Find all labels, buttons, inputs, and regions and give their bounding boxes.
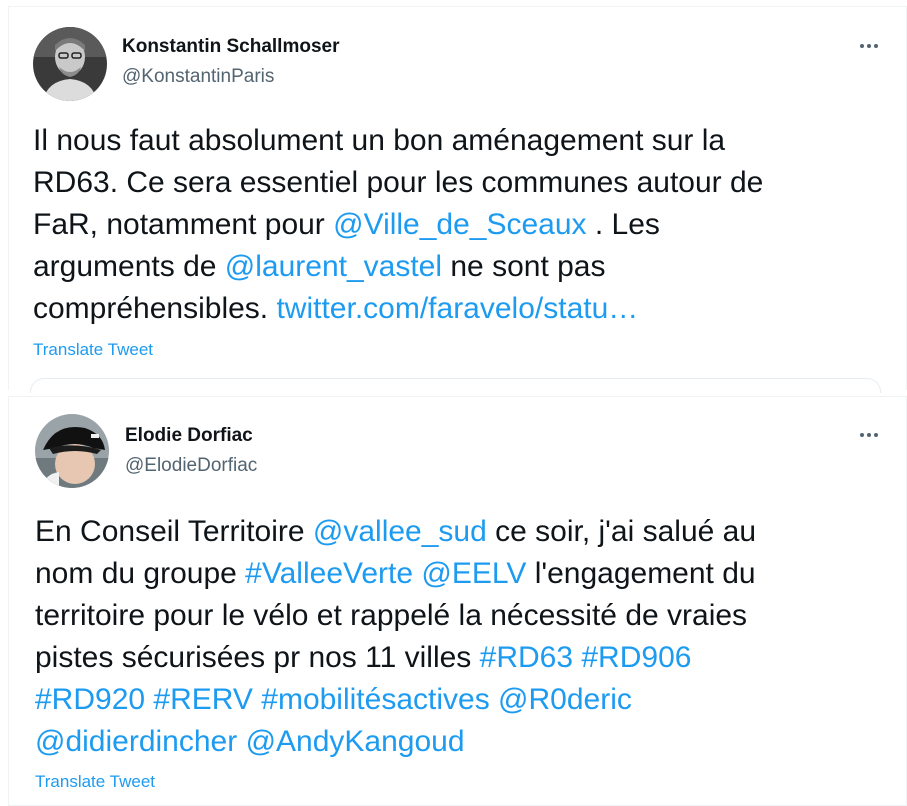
text-segment: arguments de [33,250,225,283]
hashtag-link[interactable]: #RD920 [35,683,145,716]
mention-link[interactable]: @vallee_sud [313,515,487,548]
hashtag-link[interactable]: #ValleeVerte [245,557,413,590]
tweet-text-line: @didierdincher @AndyKangoud [35,721,756,763]
mention-link[interactable]: @laurent_vastel [225,250,442,283]
author-name[interactable]: Elodie Dorfiac [125,425,253,447]
tweet-text: Il nous faut absolument un bon aménageme… [33,120,763,330]
text-segment: ne sont pas [442,250,606,283]
author-handle[interactable]: @KonstantinParis [122,66,274,88]
author-name[interactable]: Konstantin Schallmoser [122,36,340,58]
tweet-text-line: #RD920 #RERV #mobilitésactives @R0deric [35,679,756,721]
quoted-tweet-edge [30,378,881,393]
mention-link[interactable]: @didierdincher [35,725,237,758]
tweet-text-line: FaR, notamment pour @Ville_de_Sceaux . L… [33,204,763,246]
more-horizontal-icon[interactable] [852,35,886,57]
avatar[interactable] [33,27,107,101]
text-segment [490,683,498,716]
mention-link[interactable]: @Ville_de_Sceaux [333,208,586,241]
text-segment: En Conseil Territoire [35,515,313,548]
tweet-text-line: En Conseil Territoire @vallee_sud ce soi… [35,511,756,553]
tweet-text-line: compréhensibles. twitter.com/faravelo/st… [33,288,763,330]
text-segment: nom du groupe [35,557,246,590]
text-segment: territoire pour le vélo et rappelé la né… [35,599,748,632]
text-segment: compréhensibles. [33,292,277,325]
hashtag-link[interactable]: #RD906 [581,641,691,674]
hashtag-link[interactable]: #mobilitésactives [261,683,489,716]
text-segment: pistes sécurisées pr nos 11 villes [35,641,480,674]
tweet-text-line: arguments de @laurent_vastel ne sont pas [33,246,763,288]
text-segment: RD63. Ce sera essentiel pour les commune… [33,166,764,199]
text-segment: l'engagement du [526,557,756,590]
tweet-card-1: Konstantin Schallmoser @KonstantinParis … [8,6,907,390]
text-segment: ce soir, j'ai salué au [486,515,757,548]
more-horizontal-icon[interactable] [852,424,886,446]
text-segment: FaR, notamment pour [33,208,334,241]
text-segment [253,683,261,716]
avatar[interactable] [35,414,109,488]
mention-link[interactable]: @AndyKangoud [246,725,465,758]
tweet-text-line: nom du groupe #ValleeVerte @EELV l'engag… [35,553,756,595]
tweet-card-2: Elodie Dorfiac @ElodieDorfiac En Conseil… [8,396,907,806]
mention-link[interactable]: @R0deric [498,683,632,716]
mention-link[interactable]: @EELV [421,557,526,590]
author-handle[interactable]: @ElodieDorfiac [125,455,257,477]
translate-tweet-link[interactable]: Translate Tweet [33,340,153,360]
url-link[interactable]: twitter.com/faravelo/statu… [276,292,638,325]
hashtag-link[interactable]: #RD63 [480,641,573,674]
translate-tweet-link[interactable]: Translate Tweet [35,772,155,792]
tweet-text-line: pistes sécurisées pr nos 11 villes #RD63… [35,637,756,679]
tweet-text: En Conseil Territoire @vallee_sud ce soi… [35,511,756,763]
text-segment [237,725,245,758]
tweet-text-line: Il nous faut absolument un bon aménageme… [33,120,763,162]
tweet-text-line: territoire pour le vélo et rappelé la né… [35,595,756,637]
tweet-text-line: RD63. Ce sera essentiel pour les commune… [33,162,763,204]
hashtag-link[interactable]: #RERV [153,683,253,716]
text-segment: Il nous faut absolument un bon aménageme… [33,124,726,157]
text-segment: . Les [586,208,660,241]
